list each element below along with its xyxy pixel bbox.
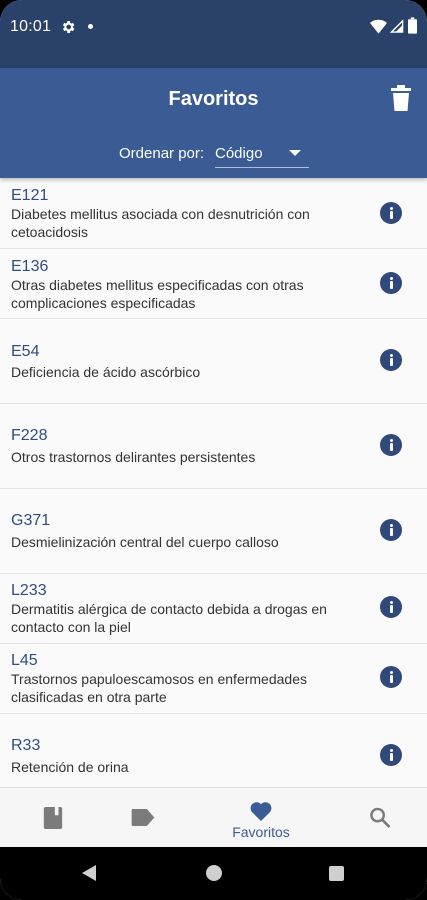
item-description: Otras diabetes mellitus especificadas co… [11, 277, 304, 311]
home-icon[interactable] [206, 865, 222, 881]
list-item[interactable]: E54 Deficiencia de ácido ascórbico [0, 319, 427, 404]
status-time: 10:01 [10, 18, 52, 35]
item-description: Diabetes mellitus asociada con desnutric… [11, 206, 310, 240]
label-icon [131, 809, 155, 826]
delete-icon[interactable] [389, 85, 413, 111]
item-description: Retención de orina [11, 759, 129, 775]
info-icon[interactable] [380, 519, 402, 541]
item-code: E54 [11, 343, 40, 360]
list-item[interactable]: L45 Trastornos papuloescamosos en enferm… [0, 644, 427, 714]
item-code: G371 [11, 512, 51, 529]
bottom-navigation: Favoritos [0, 787, 427, 847]
nav-item-search[interactable] [327, 788, 427, 848]
item-description: Trastornos papuloescamosos en enfermedad… [11, 671, 307, 705]
list-item[interactable]: F228 Otros trastornos delirantes persist… [0, 404, 427, 489]
page-title: Favoritos [168, 88, 259, 110]
list-item[interactable]: E121 Diabetes mellitus asociada con desn… [0, 178, 427, 249]
info-icon[interactable] [380, 349, 402, 371]
item-code: L233 [11, 582, 47, 599]
info-icon[interactable] [380, 202, 402, 224]
search-icon [370, 807, 391, 828]
item-description: Otros trastornos delirantes persistentes [11, 449, 256, 465]
app-bar: Favoritos Ordenar por: Código [0, 68, 427, 178]
book-icon [43, 807, 63, 829]
item-description: Desmielinización central del cuerpo call… [11, 534, 279, 550]
favorites-list: E121 Diabetes mellitus asociada con desn… [0, 178, 427, 787]
list-item[interactable]: E136 Otras diabetes mellitus especificad… [0, 249, 427, 319]
nav-item-favorites[interactable]: Favoritos [208, 788, 314, 848]
list-item[interactable]: G371 Desmielinización central del cuerpo… [0, 489, 427, 574]
sort-value: Código [215, 145, 263, 162]
back-icon[interactable] [82, 865, 96, 881]
info-icon[interactable] [380, 434, 402, 456]
list-item[interactable]: L233 Dermatitis alérgica de contacto deb… [0, 574, 427, 644]
signal-icon [390, 19, 404, 33]
item-code: E121 [11, 187, 49, 204]
info-icon[interactable] [380, 744, 402, 766]
wifi-icon [370, 19, 387, 34]
nav-label-favorites: Favoritos [232, 824, 290, 840]
item-code: E136 [11, 258, 49, 275]
item-description: Dermatitis alérgica de contacto debida a… [11, 601, 327, 635]
status-bar: 10:01 [0, 0, 427, 68]
nav-item-label[interactable] [90, 788, 196, 848]
battery-icon [408, 17, 417, 34]
info-icon[interactable] [380, 666, 402, 688]
sort-label: Ordenar por: [119, 145, 205, 162]
info-icon[interactable] [380, 272, 402, 294]
notification-dot-icon [88, 24, 93, 29]
item-description: Deficiencia de ácido ascórbico [11, 364, 201, 380]
phone-screen: 10:01 Favoritos Ordenar por: Código E121… [0, 0, 427, 900]
list-item[interactable]: R33 Retención de orina [0, 714, 427, 787]
recent-apps-icon[interactable] [329, 866, 344, 881]
heart-icon [250, 802, 272, 821]
item-code: L45 [11, 652, 38, 669]
sort-dropdown[interactable]: Código [215, 138, 309, 168]
item-code: F228 [11, 427, 48, 444]
system-navigation-bar [0, 847, 427, 900]
caret-down-icon [289, 150, 301, 156]
gear-icon [62, 21, 75, 33]
item-code: R33 [11, 737, 41, 754]
info-icon[interactable] [380, 596, 402, 618]
